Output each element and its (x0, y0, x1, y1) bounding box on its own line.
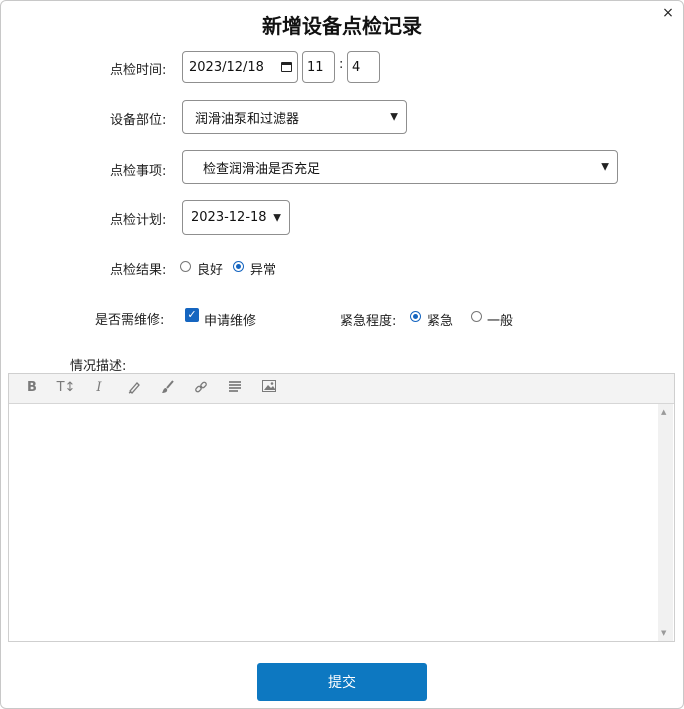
text-size-icon[interactable]: T↕ (55, 380, 77, 396)
hour-input[interactable]: 11 (302, 51, 335, 83)
submit-button[interactable]: 提交 (257, 663, 427, 701)
plan-value: 2023-12-18 (191, 210, 267, 225)
dialog-title: 新增设备点检记录 (262, 14, 422, 38)
calendar-icon[interactable] (281, 62, 292, 72)
result-good-label: 良好 (197, 263, 224, 278)
repair-label: 是否需维修: (95, 313, 165, 328)
hour-value: 11 (307, 59, 324, 75)
repair-checkbox-label: 申请维修 (204, 314, 257, 329)
result-abnormal-radio[interactable] (233, 261, 244, 272)
plan-label: 点检计划: (110, 213, 167, 228)
description-label: 情况描述: (70, 359, 127, 374)
result-good-radio[interactable] (180, 261, 191, 272)
align-icon[interactable] (226, 380, 244, 396)
bold-icon[interactable]: B (23, 380, 41, 396)
minute-value: 4 (352, 59, 361, 75)
scroll-up-icon[interactable]: ▲ (661, 408, 666, 416)
urgency-normal-label: 一般 (487, 314, 514, 329)
brush-icon[interactable] (159, 380, 177, 396)
result-label: 点检结果: (110, 263, 167, 278)
link-icon[interactable] (192, 380, 210, 396)
repair-checkbox[interactable]: ✓ (185, 308, 199, 322)
image-icon[interactable] (260, 380, 278, 396)
urgency-urgent-radio[interactable] (410, 311, 421, 322)
part-select[interactable]: 润滑油泵和过滤器 ▼ (182, 100, 407, 134)
editor-scrollbar[interactable]: ▲ ▼ (658, 404, 673, 641)
highlight-pen-icon[interactable] (125, 380, 143, 396)
chevron-down-icon: ▼ (601, 161, 609, 173)
item-label: 点检事项: (110, 164, 167, 179)
plan-select[interactable]: 2023-12-18 ▼ (182, 200, 290, 235)
italic-icon[interactable]: I (90, 380, 108, 396)
part-label: 设备部位: (110, 113, 167, 128)
part-value: 润滑油泵和过滤器 (195, 111, 300, 127)
urgency-normal-radio[interactable] (471, 311, 482, 322)
result-abnormal-label: 异常 (250, 263, 277, 278)
date-input[interactable]: 2023/12/18 (182, 51, 298, 83)
date-value: 2023/12/18 (189, 59, 264, 75)
item-value: 检查润滑油是否充足 (203, 161, 321, 177)
urgency-label: 紧急程度: (340, 314, 397, 329)
time-label: 点检时间: (110, 63, 167, 78)
rich-text-editor[interactable]: B T↕ I ▲ ▼ (8, 373, 675, 642)
chevron-down-icon: ▼ (273, 212, 281, 223)
scroll-down-icon[interactable]: ▼ (661, 629, 666, 637)
item-select[interactable]: 检查润滑油是否充足 ▼ (182, 150, 618, 184)
chevron-down-icon: ▼ (390, 111, 398, 123)
close-icon[interactable]: × (661, 5, 675, 21)
urgency-urgent-label: 紧急 (427, 314, 454, 329)
time-separator: : (339, 57, 344, 72)
editor-toolbar: B T↕ I (9, 374, 674, 404)
minute-input[interactable]: 4 (347, 51, 380, 83)
